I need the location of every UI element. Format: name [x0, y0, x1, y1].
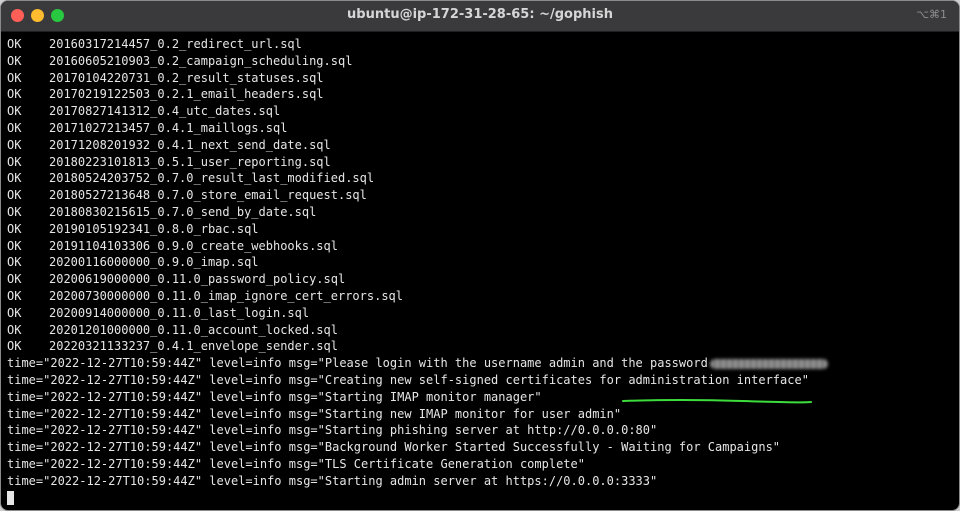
migration-line: OK 20201201000000_0.11.0_account_locked.s…	[7, 322, 959, 339]
migration-file: 20160317214457_0.2_redirect_url.sql	[49, 37, 302, 51]
migration-line: OK 20190105192341_0.8.0_rbac.sql	[7, 221, 959, 238]
migration-line: OK 20191104103306_0.9.0_create_webhooks.s…	[7, 238, 959, 255]
migration-file: 20220321133237_0.4.1_envelope_sender.sql	[49, 339, 338, 354]
migration-file: 20171027213457_0.4.1_maillogs.sql	[49, 120, 288, 135]
log-line: time="2022-12-27T10:59:44Z" level=info m…	[7, 389, 959, 406]
migration-file: 20200116000000_0.9.0_imap.sql	[49, 255, 259, 270]
migration-file: 20200619000000_0.11.0_password_policy.sq…	[49, 272, 346, 287]
title-bar[interactable]: ubuntu@ip-172-31-28-65: ~/gophish ⌥⌘1	[1, 1, 959, 32]
status-label: OK	[7, 37, 22, 51]
log-line: time="2022-12-27T10:59:44Z" level=info m…	[7, 439, 959, 456]
terminal-window: ubuntu@ip-172-31-28-65: ~/gophish ⌥⌘1 OK…	[0, 0, 960, 511]
migration-file: 20200914000000_0.11.0_last_login.sql	[49, 305, 310, 320]
log-text: time="2022-12-27T10:59:44Z" level=info m…	[7, 440, 781, 455]
log-text: time="2022-12-27T10:59:44Z" level=info m…	[7, 372, 809, 387]
migration-line: OK 20180830215615_0.7.0_send_by_date.sql	[7, 204, 959, 221]
status-label: OK	[7, 87, 22, 102]
log-text: time="2022-12-27T10:59:44Z" level=info m…	[7, 456, 585, 471]
status-label: OK	[7, 305, 22, 320]
migration-file: 20180524203752_0.7.0_result_last_modifie…	[49, 171, 375, 186]
migration-line: OK 20220321133237_0.4.1_envelope_sender.s…	[7, 338, 959, 355]
migration-line: OK 20170219122503_0.2.1_email_headers.sql	[7, 86, 959, 103]
status-label: OK	[7, 104, 22, 119]
migration-file: 20200730000000_0.11.0_imap_ignore_cert_e…	[49, 288, 404, 303]
status-label: OK	[7, 154, 22, 169]
window-title: ubuntu@ip-172-31-28-65: ~/gophish	[347, 7, 613, 22]
migration-line: OK 20200619000000_0.11.0_password_policy.…	[7, 271, 959, 288]
migration-file: 20201201000000_0.11.0_account_locked.sql	[49, 322, 338, 337]
status-label: OK	[7, 70, 22, 85]
log-line: time="2022-12-27T10:59:44Z" level=info m…	[7, 372, 959, 389]
log-line: time="2022-12-27T10:59:44Z" level=info m…	[7, 406, 959, 423]
redacted-password	[709, 358, 828, 369]
log-line: time="2022-12-27T10:59:44Z" level=info m…	[7, 355, 959, 372]
migration-line: OK 20170104220731_0.2_result_statuses.sql	[7, 70, 959, 87]
migration-line: OK 20200730000000_0.11.0_imap_ignore_cert…	[7, 288, 959, 305]
tab-shortcut: ⌥⌘1	[916, 8, 947, 21]
status-label: OK	[7, 171, 22, 186]
migration-line: OK 20160317214457_0.2_redirect_url.sql	[7, 36, 959, 53]
status-label: OK	[7, 137, 22, 152]
status-label: OK	[7, 272, 22, 287]
migration-file: 20160605210903_0.2_campaign_scheduling.s…	[49, 53, 353, 68]
migration-file: 20191104103306_0.9.0_create_webhooks.sql	[49, 238, 338, 253]
status-label: OK	[7, 288, 22, 303]
migration-line: OK 20200914000000_0.11.0_last_login.sql	[7, 305, 959, 322]
log-line: time="2022-12-27T10:59:44Z" level=info m…	[7, 473, 959, 490]
migration-line: OK 20171027213457_0.4.1_maillogs.sql	[7, 120, 959, 137]
log-text: time="2022-12-27T10:59:44Z" level=info m…	[7, 423, 658, 438]
terminal-output[interactable]: OK 20160317214457_0.2_redirect_url.sql OK…	[1, 32, 959, 506]
status-label: OK	[7, 120, 22, 135]
migration-line: OK 20200116000000_0.9.0_imap.sql	[7, 254, 959, 271]
prompt-line[interactable]	[7, 490, 959, 507]
status-label: OK	[7, 238, 22, 253]
log-text: time="2022-12-27T10:59:44Z" level=info m…	[7, 473, 658, 488]
log-line: time="2022-12-27T10:59:44Z" level=info m…	[7, 456, 959, 473]
status-label: OK	[7, 322, 22, 337]
status-label: OK	[7, 221, 22, 236]
migration-file: 20180223101813_0.5.1_user_reporting.sql	[49, 154, 331, 169]
migration-line: OK 20160605210903_0.2_campaign_scheduling…	[7, 53, 959, 70]
migration-file: 20180527213648_0.7.0_store_email_request…	[49, 188, 367, 203]
log-text: time="2022-12-27T10:59:44Z" level=info m…	[7, 406, 622, 421]
status-label: OK	[7, 255, 22, 270]
status-label: OK	[7, 339, 22, 354]
migration-file: 20190105192341_0.8.0_rbac.sql	[49, 221, 259, 236]
migration-line: OK 20170827141312_0.4_utc_dates.sql	[7, 103, 959, 120]
migration-file: 20170219122503_0.2.1_email_headers.sql	[49, 87, 324, 102]
migration-file: 20180830215615_0.7.0_send_by_date.sql	[49, 204, 317, 219]
status-label: OK	[7, 53, 22, 68]
migration-file: 20171208201932_0.4.1_next_send_date.sql	[49, 137, 331, 152]
log-text: time="2022-12-27T10:59:44Z" level=info m…	[7, 356, 708, 371]
migration-file: 20170827141312_0.4_utc_dates.sql	[49, 104, 281, 119]
log-text: time="2022-12-27T10:59:44Z" level=info m…	[7, 389, 542, 404]
annotation-underline	[622, 399, 812, 404]
migration-line: OK 20171208201932_0.4.1_next_send_date.sq…	[7, 137, 959, 154]
migration-line: OK 20180524203752_0.7.0_result_last_modif…	[7, 170, 959, 187]
migration-line: OK 20180527213648_0.7.0_store_email_reque…	[7, 187, 959, 204]
migration-line: OK 20180223101813_0.5.1_user_reporting.sq…	[7, 154, 959, 171]
migration-file: 20170104220731_0.2_result_statuses.sql	[49, 70, 324, 85]
status-label: OK	[7, 188, 22, 203]
status-label: OK	[7, 204, 22, 219]
terminal-cursor	[7, 491, 14, 506]
log-line: time="2022-12-27T10:59:44Z" level=info m…	[7, 422, 959, 439]
